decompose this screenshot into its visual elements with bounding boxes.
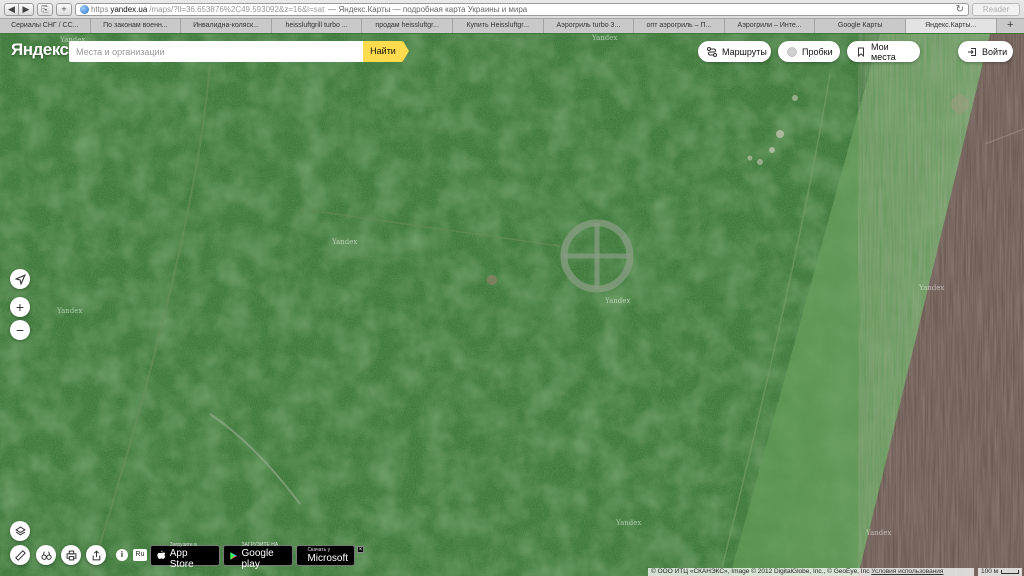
- layers-icon: [14, 526, 26, 535]
- geolocation-button[interactable]: [10, 269, 30, 289]
- panorama-button[interactable]: [36, 545, 56, 565]
- search-button[interactable]: Найти: [363, 41, 409, 62]
- microsoft-big-label: Microsoft: [307, 553, 348, 564]
- map-watermark: Yandex: [332, 238, 358, 246]
- zoom-in-button[interactable]: +: [10, 297, 30, 317]
- info-icon[interactable]: i: [116, 549, 128, 561]
- map-watermark: Yandex: [592, 34, 618, 42]
- browser-tab[interactable]: продам heissluftgr...: [362, 19, 453, 33]
- browser-toolbar: ◀ ▶ ⎘ + https yandex.ua /maps/?ll=36.653…: [0, 0, 1024, 18]
- route-icon: [707, 46, 717, 57]
- browser-tab[interactable]: По законам военн...: [91, 19, 182, 33]
- map-watermark: Yandex: [616, 519, 642, 527]
- login-label: Войти: [982, 46, 1008, 57]
- googleplay-badge[interactable]: ЗАГРУЗИТЕ НА Google play: [223, 542, 293, 570]
- browser-tab[interactable]: Сериалы СНГ / СС...: [0, 19, 91, 33]
- layers-button[interactable]: [10, 521, 30, 541]
- reader-button[interactable]: Reader: [972, 2, 1020, 16]
- routes-label: Маршруты: [722, 46, 767, 57]
- scale-bar: 100 м: [978, 568, 1022, 576]
- globe-icon: [80, 4, 89, 14]
- url-scheme: https: [91, 4, 109, 14]
- ruler-icon: [14, 549, 26, 561]
- url-host: yandex.ua: [110, 4, 148, 14]
- browser-tab[interactable]: Инвалидна-коляск...: [181, 19, 272, 33]
- map-watermark: Yandex: [605, 297, 631, 305]
- zoom-out-button[interactable]: −: [10, 320, 30, 340]
- traffic-light-icon: [787, 46, 797, 57]
- search-input[interactable]: [69, 41, 363, 62]
- microsoft-badge[interactable]: Скачать у Microsoft: [296, 545, 355, 566]
- browser-tab[interactable]: heissluftgrill turbo ...: [272, 19, 363, 33]
- map-watermark: Yandex: [57, 307, 83, 315]
- google-play-icon: [230, 551, 238, 560]
- reload-icon[interactable]: ↻: [956, 4, 964, 15]
- nav-buttons: ◀ ▶: [4, 2, 34, 16]
- traffic-button[interactable]: Пробки: [778, 41, 840, 62]
- binoculars-icon: [40, 551, 52, 560]
- language-switch[interactable]: Ru: [133, 549, 147, 561]
- print-button[interactable]: [61, 545, 81, 565]
- scale-ruler: [1001, 570, 1019, 574]
- my-places-button[interactable]: Мои места: [847, 41, 920, 62]
- location-arrow-icon: [14, 273, 26, 285]
- satellite-imagery: [0, 34, 1024, 576]
- terms-link[interactable]: Условия использования: [871, 568, 943, 575]
- browser-tab[interactable]: опт аэрогриль – П...: [634, 19, 725, 33]
- copyright-text: © ООО ИТЦ «СКАНЭКС», Image © 2012 Digita…: [651, 568, 870, 575]
- browser-tab[interactable]: Купить Heissluftgr...: [453, 19, 544, 33]
- apple-icon: [157, 550, 166, 559]
- url-path: /maps/?ll=36.653876%2C49.593092&z=16&l=s…: [149, 4, 325, 14]
- new-tab-button[interactable]: +: [997, 19, 1024, 33]
- scale-label: 100 м: [981, 568, 999, 575]
- map-watermark: Yandex: [866, 529, 892, 537]
- copyright-bar: © ООО ИТЦ «СКАНЭКС», Image © 2012 Digita…: [648, 568, 974, 576]
- login-button[interactable]: Войти: [958, 41, 1013, 62]
- traffic-label: Пробки: [802, 46, 833, 57]
- my-places-label: Мои места: [871, 41, 896, 62]
- satellite-map[interactable]: Yandex Yandex Yandex Yandex Yandex Yande…: [0, 34, 1024, 576]
- tab-bar: Сериалы СНГ / СС... По законам военн... Ин…: [0, 18, 1024, 33]
- routes-button[interactable]: Маршруты: [698, 41, 771, 62]
- share-icon: [92, 549, 100, 560]
- share-map-button[interactable]: [86, 545, 106, 565]
- close-icon[interactable]: ×: [357, 546, 364, 553]
- browser-tab[interactable]: Аэрогриль turbo 3...: [544, 19, 635, 33]
- browser-tab[interactable]: Аэрогрили – Инте...: [725, 19, 816, 33]
- printer-icon: [66, 550, 76, 560]
- appstore-badge[interactable]: Загрузите в App Store: [150, 542, 220, 570]
- appstore-big-label: App Store: [169, 547, 194, 570]
- browser-tab[interactable]: Яндекс.Карты...: [905, 19, 997, 33]
- forward-button[interactable]: ▶: [19, 2, 34, 16]
- share-button[interactable]: ⎘: [37, 2, 53, 16]
- yandex-logo[interactable]: Яндекс: [11, 40, 69, 60]
- login-icon: [968, 47, 976, 56]
- browser-chrome: ◀ ▶ ⎘ + https yandex.ua /maps/?ll=36.653…: [0, 0, 1024, 33]
- back-button[interactable]: ◀: [4, 2, 19, 16]
- url-title: — Яндекс.Карты — подробная карта Украины…: [328, 4, 528, 14]
- browser-tab[interactable]: Google Карты: [815, 19, 906, 33]
- add-bookmark-button[interactable]: +: [56, 2, 72, 16]
- map-watermark: Yandex: [919, 284, 945, 292]
- address-bar[interactable]: https yandex.ua /maps/?ll=36.653876%2C49…: [75, 2, 969, 16]
- ruler-button[interactable]: [10, 545, 30, 565]
- bookmark-icon: [858, 47, 864, 57]
- googleplay-big-label: Google play: [241, 547, 274, 570]
